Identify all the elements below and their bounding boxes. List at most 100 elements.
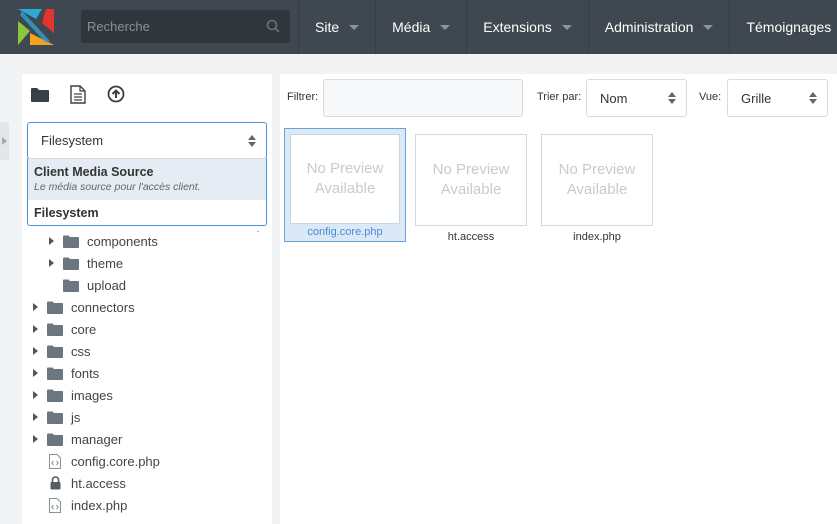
tree-item-label: theme (87, 255, 124, 271)
tree-item-manager[interactable]: manager (33, 429, 122, 449)
expand-arrow-icon[interactable] (33, 413, 38, 421)
chevron-down-icon (703, 24, 714, 30)
no-preview-text: Available (566, 181, 628, 198)
folder-icon (47, 322, 63, 336)
file-thumb-ht-access[interactable]: No Preview Available ht.access (415, 134, 527, 243)
folder-icon (47, 410, 63, 424)
tree-item-config-core-php[interactable]: config.core.php (33, 451, 160, 471)
media-source-option-filesystem[interactable]: Filesystem (28, 200, 266, 226)
tree-item-components[interactable]: components (49, 231, 158, 251)
view-value: Grille (741, 90, 772, 106)
tree-item-css[interactable]: css (33, 341, 91, 361)
file-name: index.php (573, 231, 621, 243)
no-preview-text: Available (440, 181, 502, 198)
expand-arrow-icon[interactable] (33, 347, 38, 355)
file-thumb-config-core-php[interactable]: No Preview Available config.core.php (284, 128, 406, 242)
sort-value: Nom (600, 90, 628, 106)
option-description: Le média source pour l'accès client. (34, 181, 201, 193)
search-input[interactable] (81, 19, 261, 34)
folder-icon (47, 366, 63, 380)
tree-item-label: fonts (71, 365, 100, 381)
chevron-down-icon (561, 24, 572, 30)
search-box[interactable] (81, 10, 290, 43)
sort-arrows-icon (248, 135, 256, 147)
expand-arrow-icon[interactable] (33, 369, 38, 377)
resize-grip-icon[interactable]: ⠂ (256, 227, 263, 238)
search-icon[interactable] (266, 19, 280, 36)
tree-item-label: core (71, 321, 97, 337)
tree-item-ht-access[interactable]: ht.access (33, 473, 126, 493)
tree-item-label: images (71, 387, 113, 403)
tree-item-label: css (71, 343, 91, 359)
expand-arrow-icon[interactable] (33, 303, 38, 311)
nav-label: Témoignages (746, 19, 832, 35)
view-label: Vue: (699, 91, 722, 103)
sort-select[interactable]: Nom (586, 79, 687, 117)
top-bar: Site Média Extensions Administration Tém… (0, 0, 837, 54)
no-preview-placeholder: No Preview Available (290, 134, 400, 224)
upload-icon[interactable] (106, 84, 126, 104)
expand-arrow-icon[interactable] (33, 391, 38, 399)
tree-item-index-php[interactable]: index.php (33, 495, 127, 515)
tree-item-label: index.php (71, 497, 128, 513)
no-preview-text: Available (314, 180, 376, 197)
nav-item-site[interactable]: Site (298, 0, 375, 54)
nav-item-testimonials[interactable]: Témoignages (729, 0, 837, 54)
sort-arrows-icon (809, 92, 817, 104)
new-file-icon[interactable] (68, 84, 88, 104)
nav-item-media[interactable]: Média (375, 0, 466, 54)
tree-item-label: upload (87, 277, 127, 293)
tree-item-label: components (87, 233, 158, 249)
chevron-right-icon (2, 137, 7, 145)
new-folder-icon[interactable] (30, 84, 50, 104)
tree-item-theme[interactable]: theme (49, 253, 123, 273)
tree-item-fonts[interactable]: fonts (33, 363, 99, 383)
no-preview-text: No Preview (306, 160, 384, 177)
tree-toolbar (30, 84, 126, 104)
view-select[interactable]: Grille (727, 79, 828, 117)
media-source-value: Filesystem (41, 133, 104, 148)
tree-item-core[interactable]: core (33, 319, 96, 339)
tree-item-images[interactable]: images (33, 385, 113, 405)
tree-item-label: js (71, 409, 81, 425)
nav-label: Administration (604, 19, 694, 35)
tree-item-connectors[interactable]: connectors (33, 297, 135, 317)
option-title: Client Media Source (34, 165, 154, 179)
expand-arrow-icon[interactable] (49, 237, 54, 245)
expand-arrow-icon[interactable] (49, 259, 54, 267)
nav-label: Extensions (483, 19, 552, 35)
sidebar-collapse-handle[interactable] (0, 122, 9, 160)
expand-arrow-icon[interactable] (33, 325, 38, 333)
media-source-dropdown: Client Media Source Le média source pour… (27, 158, 267, 226)
tree-item-upload[interactable]: upload (49, 275, 126, 295)
nav-label: Média (392, 19, 431, 35)
tree-item-label: manager (71, 431, 123, 447)
tree-item-label: connectors (71, 299, 135, 315)
expand-arrow-icon[interactable] (33, 435, 38, 443)
folder-icon (47, 432, 63, 446)
lock-icon (47, 476, 63, 490)
folder-icon (47, 300, 63, 314)
file-name: config.core.php (307, 226, 383, 238)
file-name: ht.access (447, 231, 495, 243)
tree-item-label: ht.access (71, 475, 126, 491)
media-source-option-client[interactable]: Client Media Source Le média source pour… (28, 159, 266, 200)
media-source-select[interactable]: Filesystem (27, 122, 267, 159)
tree-item-js[interactable]: js (33, 407, 80, 427)
code-file-icon (47, 453, 63, 469)
chevron-down-icon (440, 24, 451, 30)
no-preview-text: No Preview (558, 161, 636, 178)
file-thumb-index-php[interactable]: No Preview Available index.php (541, 134, 653, 243)
filter-input[interactable] (323, 79, 523, 117)
sort-label: Trier par: (537, 91, 582, 103)
modx-logo[interactable] (0, 0, 72, 54)
nav-item-administration[interactable]: Administration (587, 0, 730, 54)
nav-item-extensions[interactable]: Extensions (466, 0, 587, 54)
folder-icon (47, 344, 63, 358)
tree-item-label: config.core.php (71, 453, 160, 469)
chevron-down-icon (349, 24, 360, 30)
filter-label: Filtrer: (287, 91, 319, 103)
